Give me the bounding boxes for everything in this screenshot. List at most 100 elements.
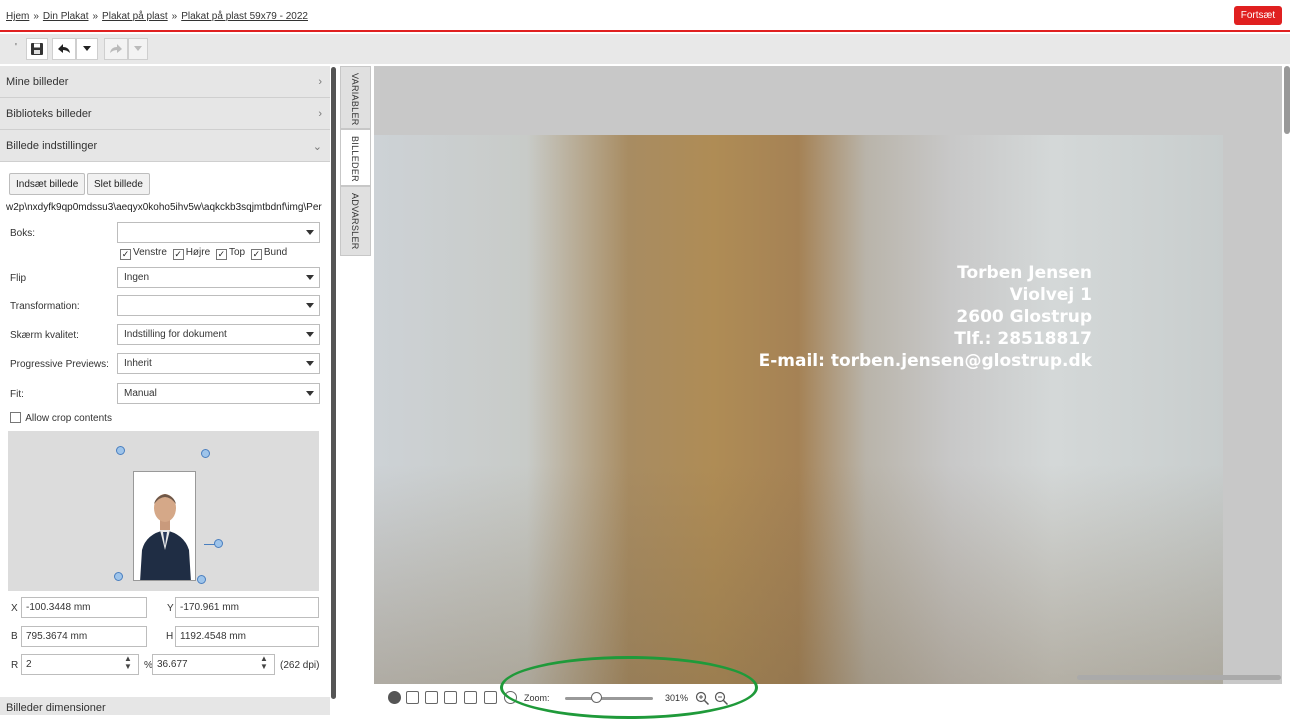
dropdown-caret-icon — [306, 303, 314, 308]
checkbox-hoejre[interactable]: ✓ Højre — [172, 247, 211, 260]
breadcrumb-din-plakat[interactable]: Din Plakat — [43, 11, 89, 22]
section-label: Billeder dimensioner — [6, 702, 106, 714]
delete-image-button[interactable]: Slet billede — [87, 173, 150, 195]
checkbox-label: Top — [228, 247, 246, 258]
rotation-handle[interactable] — [214, 539, 223, 548]
portrait-image — [134, 472, 195, 580]
x-label: X — [11, 603, 18, 614]
image-path: w2p\nxdyfk9qp0mdssu3\aeqyx0koho5ihv5w\aq… — [6, 202, 322, 213]
redo-dropdown-button[interactable] — [128, 38, 148, 60]
edge-checkboxes: ✓ Venstre ✓ Højre ✓ Top ✓ Bund — [120, 247, 290, 260]
side-tabs: VARIABLER BILLEDER ADVARSLER — [340, 66, 371, 256]
box-select[interactable] — [117, 222, 320, 243]
contact-city: 2600 Glostrup — [956, 307, 1092, 327]
continue-button[interactable]: Fortsæt — [1234, 6, 1282, 25]
checkbox-bund[interactable]: ✓ Bund — [250, 247, 288, 260]
x-input[interactable]: -100.3448 mm — [21, 597, 147, 618]
crop-handle[interactable] — [201, 449, 210, 458]
crop-handle[interactable] — [114, 572, 123, 581]
box-label: Boks: — [10, 228, 36, 239]
y-label: Y — [167, 603, 174, 614]
tab-label: VARIABLER — [350, 73, 360, 126]
transformation-select[interactable] — [117, 295, 320, 316]
section-billeder-dimensioner[interactable]: Billeder dimensioner — [0, 697, 330, 715]
section-billede-indstillinger[interactable]: Billede indstillinger ⌄ — [0, 130, 330, 162]
dropdown-caret-icon — [306, 391, 314, 396]
undo-icon — [58, 44, 70, 53]
save-button[interactable] — [26, 38, 48, 60]
screen-quality-select[interactable]: Indstilling for dokument — [117, 324, 320, 345]
tab-advarsler[interactable]: ADVARSLER — [340, 186, 371, 256]
tab-variabler[interactable]: VARIABLER — [340, 66, 371, 129]
contact-text-block[interactable]: Torben Jensen Violvej 1 2600 Glostrup Tl… — [759, 262, 1092, 372]
left-panel: Mine billeder › Biblioteks billeder › Bi… — [0, 64, 338, 715]
breadcrumb-current[interactable]: Plakat på plast 59x79 - 2022 — [181, 11, 308, 22]
canvas-horizontal-scrollbar[interactable] — [1077, 675, 1281, 680]
tab-label: ADVARSLER — [350, 193, 360, 250]
top-bar: Hjem» Din Plakat» Plakat på plast» Plakat p… — [0, 0, 1290, 32]
fit-label: Fit: — [10, 389, 24, 400]
flip-label: Flip — [10, 273, 27, 284]
save-icon — [31, 43, 43, 55]
tab-billeder[interactable]: BILLEDER — [340, 129, 371, 186]
dropdown-caret-icon — [306, 332, 314, 337]
page-icon[interactable] — [406, 691, 419, 704]
toolbar: ' — [0, 34, 1290, 64]
contact-address: Violvej 1 — [1009, 285, 1092, 305]
progressive-previews-select[interactable]: Inherit — [117, 353, 320, 374]
undo-dropdown-button[interactable] — [76, 38, 98, 60]
transformation-label: Transformation: — [10, 301, 80, 312]
checkbox-label: Højre — [185, 247, 211, 258]
section-label: Mine billeder — [6, 76, 69, 88]
insert-image-button[interactable]: Indsæt billede — [9, 173, 86, 195]
section-label: Biblioteks billeder — [6, 108, 92, 120]
horizontal-fit-icon[interactable] — [464, 691, 477, 704]
dropdown-caret-icon — [306, 361, 314, 366]
fit-width-icon[interactable] — [444, 691, 457, 704]
checkbox-venstre[interactable]: ✓ Venstre — [120, 247, 167, 260]
canvas-vertical-scrollbar[interactable] — [1284, 66, 1290, 134]
contact-phone: Tlf.: 28518817 — [954, 329, 1092, 349]
fit-page-icon[interactable] — [425, 691, 438, 704]
allow-crop-label: Allow crop contents — [25, 413, 112, 424]
crop-handle[interactable] — [197, 575, 206, 584]
progressive-previews-label: Progressive Previews: — [10, 359, 109, 370]
dropdown-caret-icon — [306, 275, 314, 280]
tab-label: BILLEDER — [350, 136, 360, 182]
fit-select[interactable]: Manual — [117, 383, 320, 404]
undo-button[interactable] — [52, 38, 76, 60]
breadcrumb-home[interactable]: Hjem — [6, 11, 29, 22]
redo-dropdown-icon — [134, 46, 142, 51]
poster-page[interactable]: Torben Jensen Violvej 1 2600 Glostrup Tl… — [374, 135, 1223, 684]
chevron-down-icon: ⌄ — [312, 141, 322, 153]
unsaved-indicator: ' — [15, 42, 17, 53]
h-label: H — [166, 631, 174, 642]
checkbox-check-icon: ✓ — [215, 249, 227, 260]
left-panel-scrollbar[interactable] — [331, 67, 336, 699]
checkbox-check-icon: ✓ — [120, 249, 131, 260]
scale-spinner[interactable]: ▲ ▼ — [255, 655, 273, 674]
screen-quality-value: Indstilling for dokument — [124, 329, 227, 340]
r-label: R — [11, 660, 19, 671]
h-input[interactable]: 1192.4548 mm — [175, 626, 319, 647]
b-input[interactable]: 795.3674 mm — [21, 626, 147, 647]
checkbox-label: Venstre — [133, 247, 167, 258]
breadcrumb-plakat-paa-plast[interactable]: Plakat på plast — [102, 11, 168, 22]
section-biblioteks-billeder[interactable]: Biblioteks billeder › — [0, 98, 330, 130]
redo-button[interactable] — [104, 38, 128, 60]
contact-name: Torben Jensen — [957, 263, 1092, 283]
portrait-thumbnail[interactable] — [133, 471, 196, 581]
checkbox-label: Bund — [263, 247, 288, 258]
design-canvas[interactable]: Torben Jensen Violvej 1 2600 Glostrup Tl… — [374, 66, 1282, 684]
y-input[interactable]: -170.961 mm — [175, 597, 319, 618]
allow-crop-checkbox[interactable]: Allow crop contents — [10, 412, 112, 424]
section-mine-billeder[interactable]: Mine billeder › — [0, 66, 330, 98]
settings-icon[interactable] — [388, 691, 401, 704]
flip-select[interactable]: Ingen — [117, 267, 320, 288]
crop-handle[interactable] — [116, 446, 125, 455]
checkbox-top[interactable]: ✓ Top — [215, 247, 246, 260]
screen-quality-label: Skærm kvalitet: — [10, 330, 79, 341]
rotation-spinner[interactable]: ▲ ▼ — [119, 655, 137, 674]
vertical-fit-icon[interactable] — [484, 691, 497, 704]
chevron-right-icon: › — [318, 108, 322, 120]
